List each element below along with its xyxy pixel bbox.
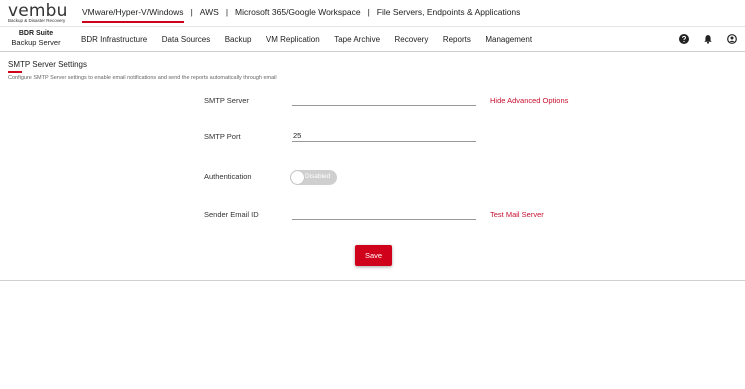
content-divider: [0, 280, 745, 281]
page-title: SMTP Server Settings: [8, 60, 87, 69]
user-account-icon[interactable]: [727, 34, 737, 44]
brand: BDR Suite Backup Server: [10, 29, 62, 47]
smtp-server-input[interactable]: [292, 93, 476, 106]
product-separator: |: [190, 7, 193, 17]
nav-item-vm-replication[interactable]: VM Replication: [266, 35, 320, 44]
page-description: Configure SMTP Server settings to enable…: [8, 75, 277, 81]
nav-item-management[interactable]: Management: [485, 35, 532, 44]
smtp-port-label: SMTP Port: [204, 132, 241, 141]
nav-item-recovery[interactable]: Recovery: [395, 35, 429, 44]
save-button[interactable]: Save: [355, 245, 392, 266]
nav-menu: BDR Infrastructure Data Sources Backup V…: [81, 35, 547, 44]
nav-item-tape-archive[interactable]: Tape Archive: [334, 35, 380, 44]
product-separator: |: [225, 7, 229, 17]
nav-item-data-sources[interactable]: Data Sources: [162, 35, 210, 44]
help-icon[interactable]: [679, 34, 689, 44]
nav-item-reports[interactable]: Reports: [443, 35, 471, 44]
brand-title: BDR Suite: [18, 30, 54, 37]
module-nav: BDR Suite Backup Server BDR Infrastructu…: [0, 27, 745, 52]
hide-advanced-options-link[interactable]: Hide Advanced Options: [490, 96, 568, 105]
smtp-port-input[interactable]: [292, 129, 476, 142]
product-bar: vembu Backup & Disaster Recovery VMware/…: [0, 0, 745, 27]
authentication-label: Authentication: [204, 172, 252, 181]
product-microsoft365-google[interactable]: Microsoft 365/Google Workspace: [235, 7, 361, 17]
smtp-server-label: SMTP Server: [204, 96, 249, 105]
product-switcher: VMware/Hyper-V/Windows | AWS | Microsoft…: [82, 7, 521, 23]
brand-subtitle: Backup Server: [11, 38, 61, 47]
logo-tagline: Backup & Disaster Recovery: [8, 18, 66, 23]
toggle-knob: [291, 171, 304, 184]
product-vmware-hyperv-windows[interactable]: VMware/Hyper-V/Windows: [82, 7, 184, 23]
product-file-servers-endpoints[interactable]: File Servers, Endpoints & Applications: [377, 7, 521, 17]
sender-email-label: Sender Email ID: [204, 210, 259, 219]
authentication-toggle[interactable]: Disabled: [290, 170, 337, 185]
test-mail-server-link[interactable]: Test Mail Server: [490, 210, 544, 219]
vembu-logo[interactable]: vembu Backup & Disaster Recovery: [8, 1, 68, 25]
nav-item-bdr-infrastructure[interactable]: BDR Infrastructure: [81, 35, 147, 44]
notification-bell-icon[interactable]: [703, 34, 713, 44]
sender-email-input[interactable]: [292, 207, 476, 220]
title-underline: [8, 71, 22, 73]
toggle-state-text: Disabled: [305, 173, 331, 180]
nav-icon-group: [679, 34, 737, 44]
nav-item-backup[interactable]: Backup: [225, 35, 252, 44]
product-separator: |: [367, 7, 370, 17]
product-aws[interactable]: AWS: [200, 7, 219, 17]
